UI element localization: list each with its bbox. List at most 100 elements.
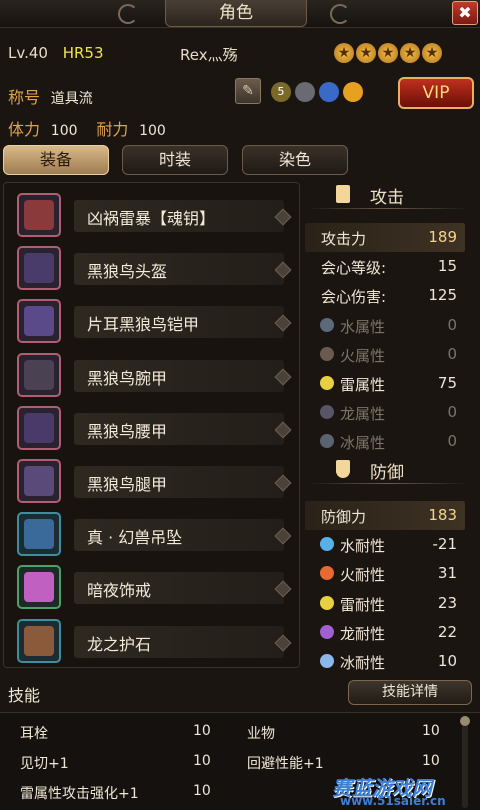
fire-icon: [320, 346, 334, 361]
thunder-icon: [320, 595, 334, 610]
stat-label: 会心伤害:: [321, 288, 387, 307]
equipment-slot[interactable]: 龙之护石: [4, 615, 301, 667]
equipment-slot[interactable]: 暗夜饰戒: [4, 561, 301, 613]
level-row: Lv.40 HR53: [8, 44, 104, 62]
fire-icon: [320, 566, 334, 581]
dragon-icon: [320, 624, 334, 639]
equipment-name: 龙之护石: [87, 634, 152, 654]
equipment-name: 片耳黑狼鸟铠甲: [87, 315, 200, 335]
stat-label: 防御力: [321, 508, 367, 526]
skill-detail-button[interactable]: 技能详情: [348, 680, 472, 705]
title-label: 称号: [8, 88, 41, 107]
stat-row: 冰属性 0: [305, 427, 465, 456]
equipment-icon-frame[interactable]: [17, 246, 61, 291]
divider: [308, 208, 468, 209]
stat-value: 31: [437, 564, 457, 583]
skill-value: 10: [193, 753, 211, 769]
stat-value: 0: [447, 315, 457, 334]
stamina-label: 体力: [8, 120, 41, 139]
tab-equipment[interactable]: 装备: [3, 145, 109, 175]
skill-value: 10: [193, 783, 211, 799]
equipment-icon-frame[interactable]: [17, 459, 61, 503]
edit-title-button[interactable]: ✎: [235, 78, 261, 104]
equipment-slot[interactable]: 黑狼鸟腕甲: [4, 349, 301, 401]
shield-icon: [336, 460, 350, 478]
equipment-slot[interactable]: 片耳黑狼鸟铠甲: [4, 295, 301, 347]
stat-row: 火属性 0: [305, 340, 465, 369]
equipment-name: 黑狼鸟腕甲: [87, 368, 168, 388]
skill-name: 回避性能+1: [247, 756, 324, 772]
close-button[interactable]: ✖: [452, 1, 478, 25]
stat-value: 125: [428, 286, 457, 305]
helmet-icon: [24, 253, 54, 284]
tab-bar: 装备 时装 染色: [0, 145, 480, 175]
skill-value: 10: [193, 723, 211, 739]
equipment-icon-frame[interactable]: [17, 618, 61, 663]
crossed-tools-icon: ✖: [458, 3, 472, 22]
badge-list: 5: [271, 82, 363, 102]
equipment-name: 暗夜饰戒: [87, 581, 152, 601]
stat-value: 0: [447, 432, 457, 451]
stat-row: 雷属性 75: [305, 369, 465, 398]
tab-costume[interactable]: 时装: [122, 145, 228, 175]
helmet-badge-icon: [295, 82, 315, 102]
vip-button[interactable]: VIP: [398, 77, 474, 109]
stat-value: 15: [437, 257, 457, 276]
star-icon: ★: [334, 43, 354, 63]
pencil-icon: ✎: [242, 83, 254, 99]
stat-value: 10: [437, 652, 457, 670]
stat-value: 23: [437, 593, 457, 612]
stat-row: 龙属性 0: [305, 398, 465, 427]
stat-value: 189: [428, 228, 457, 246]
leg-armor-icon: [24, 466, 54, 496]
equipment-slot[interactable]: 黑狼鸟腿甲: [4, 455, 301, 507]
equipment-icon-frame[interactable]: [17, 352, 61, 397]
equipment-icon-frame[interactable]: [17, 565, 61, 610]
stat-label: 雷耐性: [340, 595, 386, 614]
stat-row: 雷耐性 23: [305, 589, 465, 618]
diamond-badge-icon: [319, 82, 339, 102]
window-title: 角色: [165, 0, 307, 27]
attack-tab-icon: [336, 185, 350, 203]
sun-badge-icon: [343, 82, 363, 102]
skills-scrollbar[interactable]: [462, 718, 468, 808]
skill-value: 10: [422, 723, 440, 739]
equipment-panel: 凶祸雷暴【魂钥】 黑狼鸟头盔片耳黑狼鸟铠甲 黑狼鸟腕甲黑狼鸟腰甲黑狼鸟腿甲真 · 幻…: [3, 182, 300, 668]
equipment-slot[interactable]: 凶祸雷暴【魂钥】: [4, 189, 301, 241]
equipment-slot[interactable]: 真 · 幻兽吊坠: [4, 508, 301, 560]
equipment-slot[interactable]: 黑狼鸟腰甲: [4, 402, 301, 454]
gold-5-badge-icon: 5: [271, 82, 291, 102]
watermark-url: www.51saier.cn: [340, 794, 446, 808]
stat-value: -21: [432, 535, 458, 554]
stat-value: 0: [447, 344, 457, 363]
equipment-icon-frame[interactable]: [17, 193, 61, 237]
ornament-right: [330, 4, 350, 24]
equipment-name: 黑狼鸟腰甲: [87, 421, 168, 441]
endurance-value: 100: [139, 123, 166, 139]
endurance-label: 耐力: [96, 120, 129, 139]
equipment-icon-frame[interactable]: [17, 512, 61, 557]
skill-name: 见切+1: [20, 756, 69, 772]
defense-header: 防御: [308, 455, 468, 485]
title-value: 道具流: [50, 91, 93, 107]
pendant-icon: [24, 519, 54, 550]
attack-header: 攻击: [308, 180, 468, 210]
equipment-slot[interactable]: 黑狼鸟头盔: [4, 242, 301, 294]
equipment-icon-frame[interactable]: [17, 299, 61, 344]
stat-label: 龙属性: [340, 405, 386, 424]
water-drop-icon: [320, 317, 334, 332]
equipment-name: 黑狼鸟腿甲: [87, 475, 168, 494]
equipment-icon-frame[interactable]: [17, 405, 61, 450]
stat-label: 龙耐性: [340, 624, 386, 643]
scrollbar-thumb[interactable]: [460, 716, 470, 726]
ice-icon: [320, 434, 334, 449]
equipment-name: 真 · 幻兽吊坠: [87, 528, 183, 548]
stat-label: 水属性: [340, 317, 386, 336]
thunder-icon: [320, 376, 334, 390]
stat-value: 75: [437, 374, 457, 392]
tab-dye[interactable]: 染色: [242, 145, 348, 175]
chest-armor-icon: [24, 306, 54, 337]
hunter-rank: HR53: [62, 44, 104, 62]
stat-label: 会心等级:: [321, 259, 387, 278]
stat-row: 会心伤害: 125: [305, 281, 465, 310]
